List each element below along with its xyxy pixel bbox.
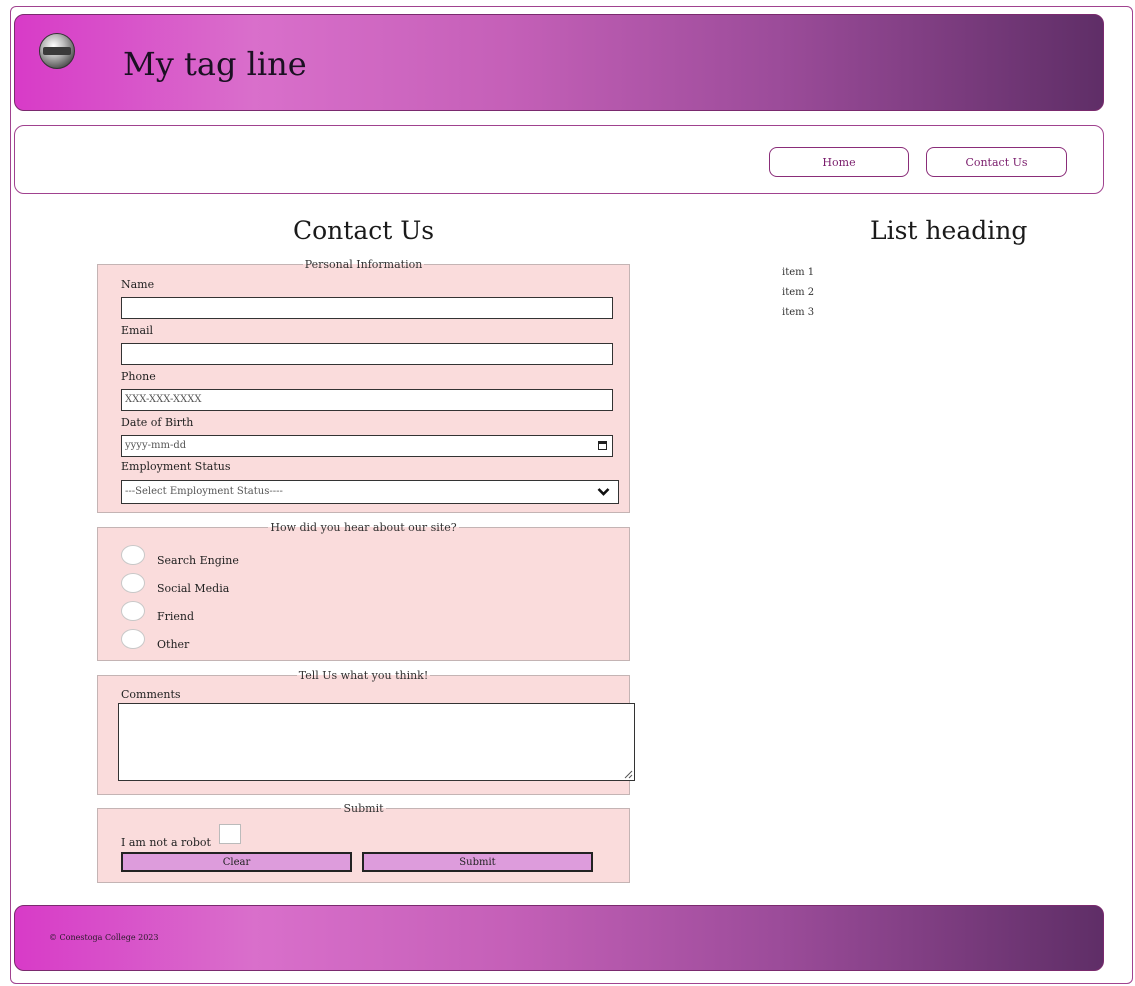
dob-input[interactable]: yyyy-mm-dd <box>121 435 613 457</box>
hear-legend: How did you hear about our site? <box>270 521 457 534</box>
list-item: item 3 <box>782 307 815 318</box>
name-label: Name <box>121 278 155 291</box>
radio-label-search-engine: Search Engine <box>157 554 239 567</box>
page-title: Contact Us <box>293 216 435 245</box>
employment-select[interactable]: ---Select Employment Status---- <box>121 480 619 504</box>
dob-label: Date of Birth <box>121 416 194 429</box>
header: My tag line <box>14 14 1104 111</box>
list-heading: List heading <box>870 216 1028 245</box>
radio-social-media[interactable] <box>121 573 145 593</box>
list-item: item 1 <box>782 267 815 278</box>
resize-handle-icon[interactable] <box>623 769 633 779</box>
radio-label-other: Other <box>157 638 190 651</box>
email-input[interactable] <box>121 343 613 365</box>
phone-label: Phone <box>121 370 156 383</box>
submit-legend: Submit <box>343 802 384 815</box>
name-input[interactable] <box>121 297 613 319</box>
radio-label-friend: Friend <box>157 610 195 623</box>
employment-select-value: ---Select Employment Status---- <box>125 486 283 497</box>
robot-checkbox[interactable] <box>219 824 241 844</box>
email-label: Email <box>121 324 154 337</box>
copyright-text: © Conestoga College 2023 <box>49 933 159 942</box>
tagline: My tag line <box>123 45 307 83</box>
clear-button[interactable]: Clear <box>121 852 352 872</box>
phone-input[interactable]: XXX-XXX-XXXX <box>121 389 613 411</box>
personal-info-legend: Personal Information <box>304 258 423 271</box>
employment-label: Employment Status <box>121 460 231 473</box>
feedback-legend: Tell Us what you think! <box>298 669 429 682</box>
radio-label-social-media: Social Media <box>157 582 230 595</box>
comments-textarea[interactable] <box>118 703 635 781</box>
radio-search-engine[interactable] <box>121 545 145 565</box>
toastmasters-logo-icon <box>39 33 75 69</box>
robot-label: I am not a robot <box>121 836 211 849</box>
submit-button[interactable]: Submit <box>362 852 593 872</box>
radio-other[interactable] <box>121 629 145 649</box>
footer: © Conestoga College 2023 <box>14 905 1104 971</box>
item-list: item 1 item 2 item 3 <box>782 263 814 323</box>
dob-placeholder: yyyy-mm-dd <box>125 440 187 451</box>
list-item: item 2 <box>782 287 815 298</box>
comments-label: Comments <box>121 688 181 701</box>
nav-bar: Home Contact Us <box>14 125 1104 194</box>
nav-contact-button[interactable]: Contact Us <box>926 147 1067 177</box>
radio-friend[interactable] <box>121 601 145 621</box>
chevron-down-icon <box>597 488 610 496</box>
nav-home-button[interactable]: Home <box>769 147 909 177</box>
calendar-icon[interactable] <box>598 441 607 450</box>
